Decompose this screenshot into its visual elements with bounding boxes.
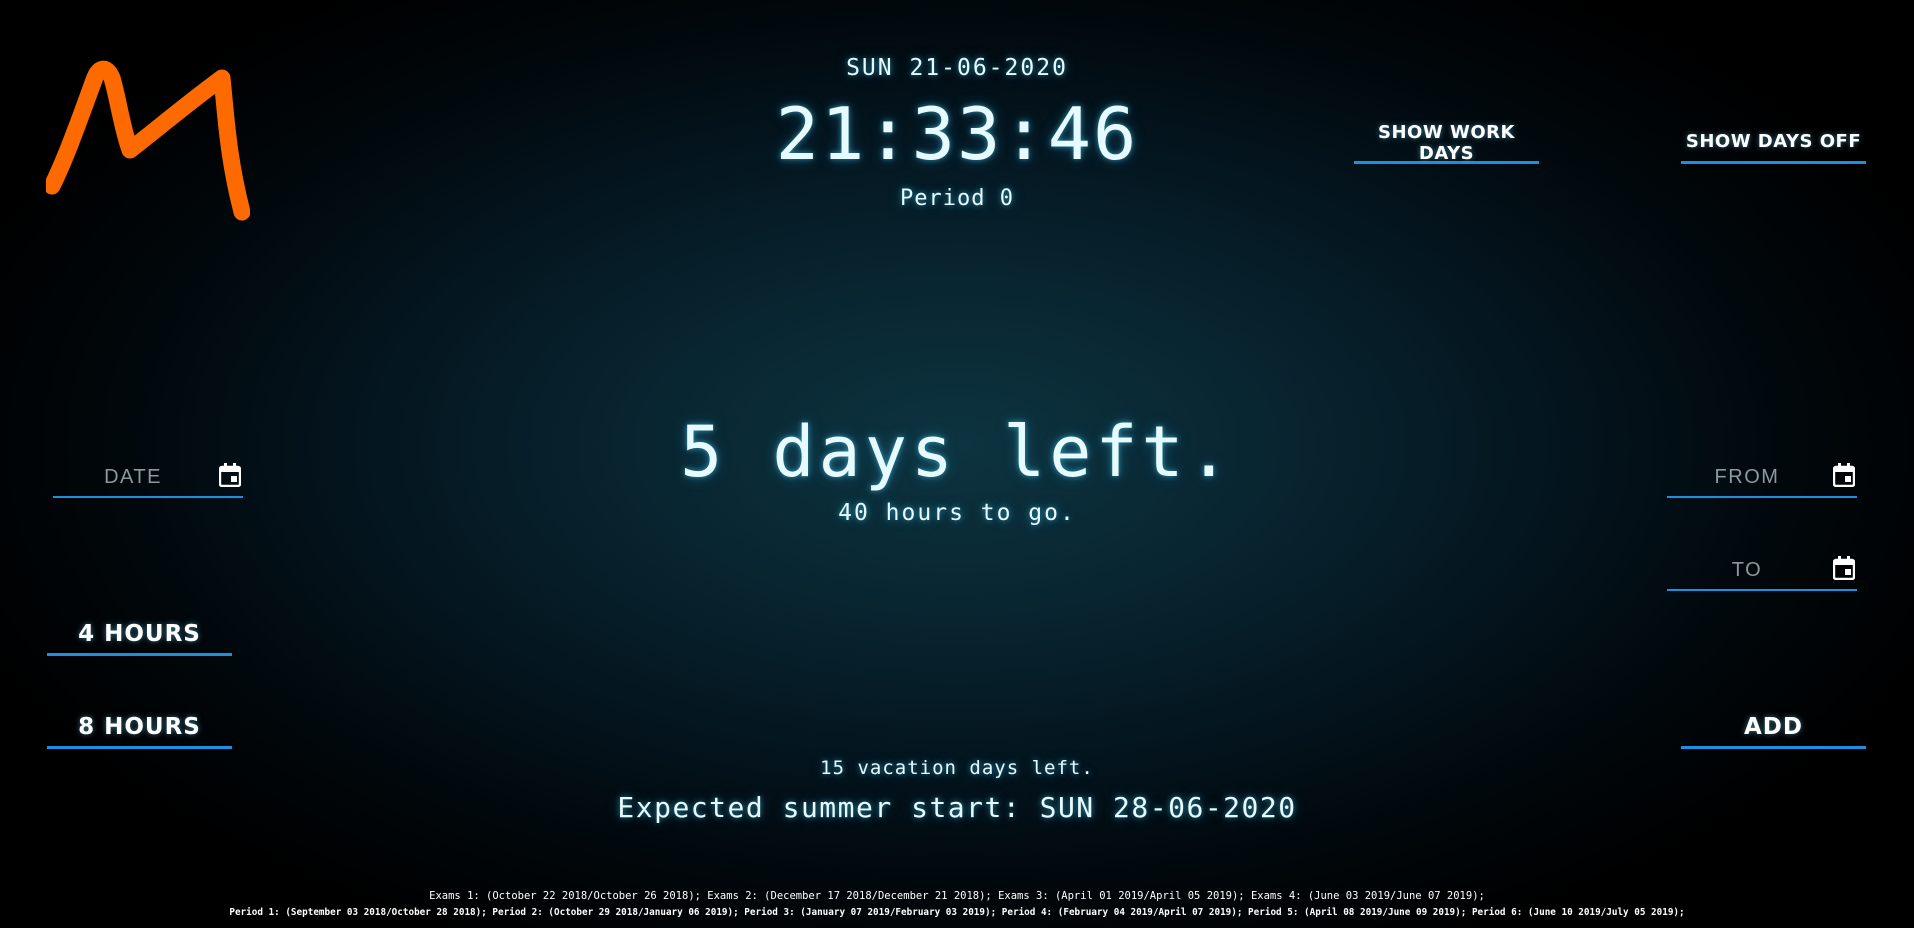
current-period: Period 0 xyxy=(900,186,1014,211)
periods-schedule: Period 1: (September 03 2018/October 28 … xyxy=(229,907,1685,918)
expected-summer-start-text: Expected summer start: SUN 28-06-2020 xyxy=(617,791,1297,824)
current-time-clock: 21:33:46 xyxy=(775,92,1139,176)
four-hours-button[interactable]: 4 HOURS xyxy=(47,614,232,656)
hours-left-text: 40 hours to go. xyxy=(838,500,1076,526)
to-input[interactable] xyxy=(1667,551,1857,589)
show-work-days-button[interactable]: SHOW WORK DAYS xyxy=(1354,122,1539,164)
days-left-text: 5 days left. xyxy=(680,411,1234,493)
show-days-off-button[interactable]: SHOW DAYS OFF xyxy=(1681,122,1866,164)
calendar-icon[interactable] xyxy=(1833,556,1855,580)
to-field[interactable] xyxy=(1667,551,1857,591)
exams-schedule: Exams 1: (October 22 2018/October 26 201… xyxy=(429,890,1485,902)
add-button[interactable]: ADD xyxy=(1681,707,1866,749)
eight-hours-button[interactable]: 8 HOURS xyxy=(47,707,232,749)
current-date: SUN 21-06-2020 xyxy=(846,55,1068,81)
vacation-days-left-text: 15 vacation days left. xyxy=(820,757,1094,779)
